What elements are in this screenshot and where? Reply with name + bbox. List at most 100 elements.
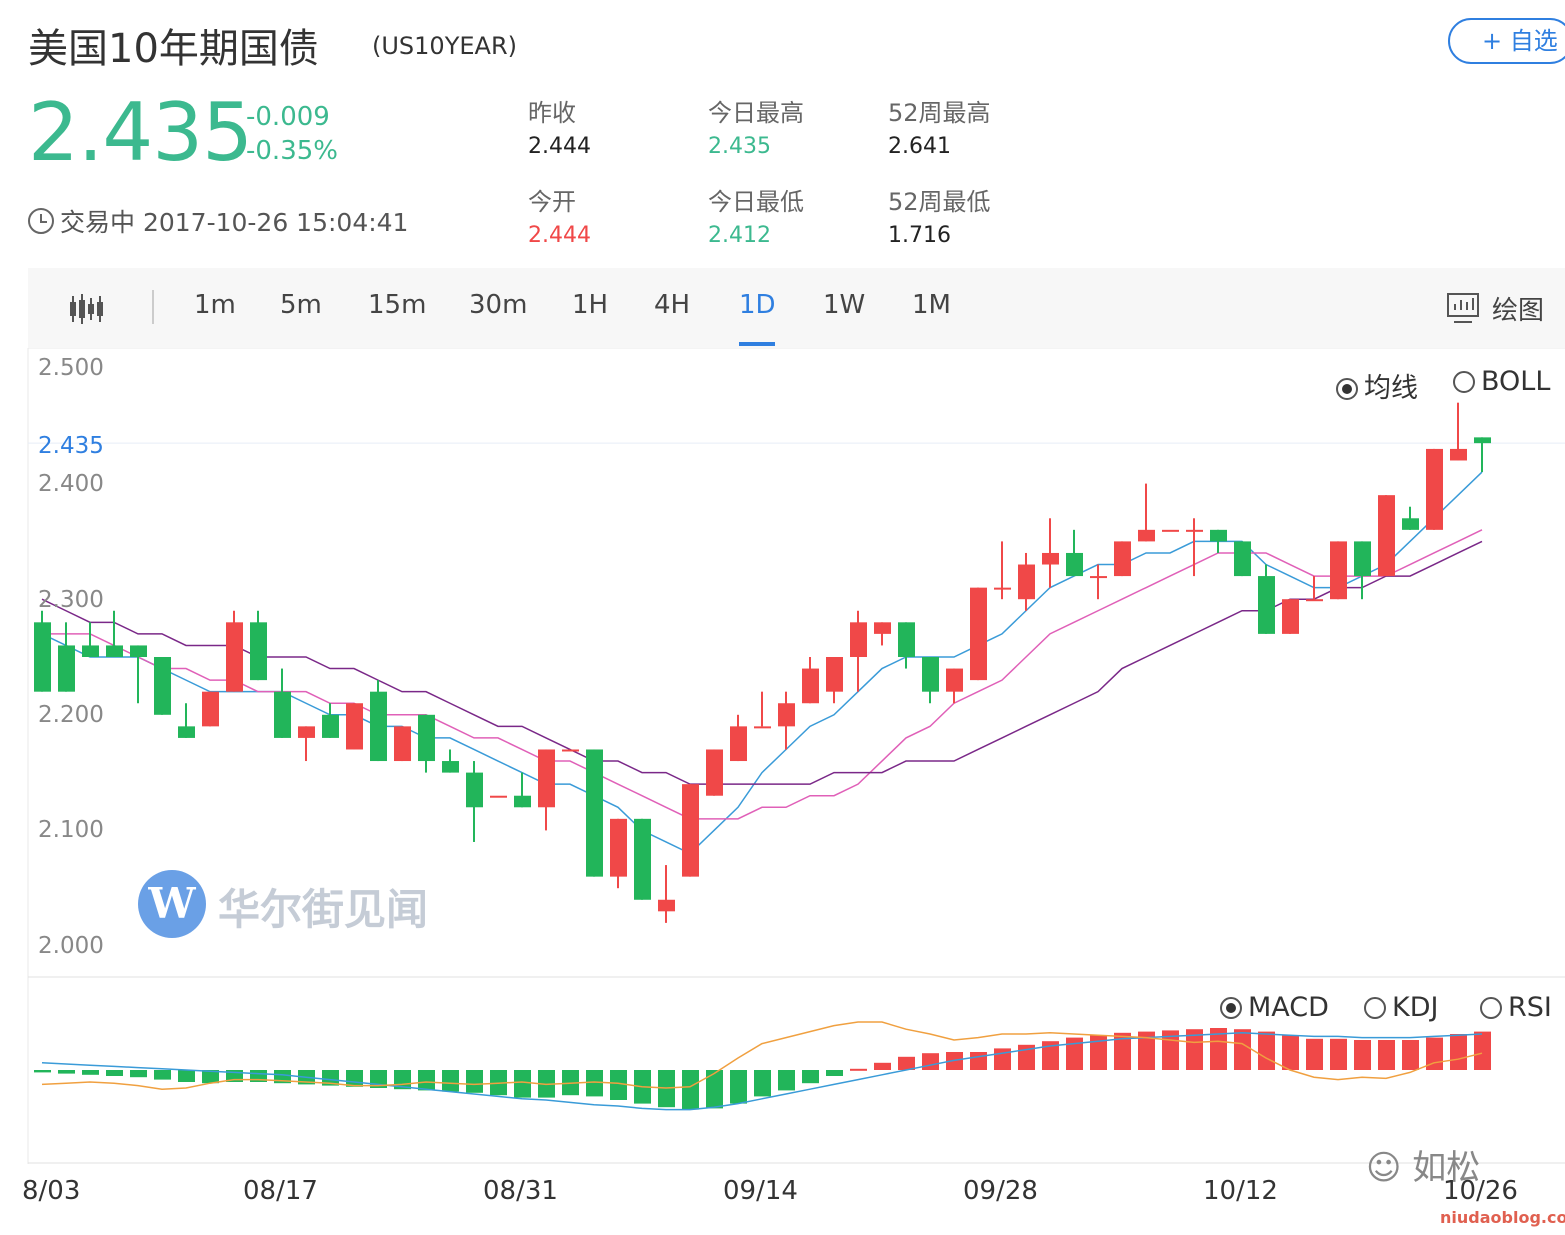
- candle-body: [34, 622, 51, 692]
- candle-body: [1090, 576, 1107, 579]
- candle-body: [466, 772, 483, 808]
- candle-body: [394, 726, 411, 762]
- candle-body: [1426, 448, 1443, 530]
- add-to-watchlist-button[interactable]: + 自选: [1448, 18, 1565, 64]
- candle-body: [490, 795, 507, 798]
- price-change-block: -0.009 -0.35%: [246, 100, 338, 168]
- macd-histogram-bar: [442, 1070, 459, 1092]
- macd-histogram-bar: [418, 1070, 435, 1091]
- radio-unselected-icon: [1453, 371, 1475, 393]
- stat-prev-close: 昨收 2.444: [528, 93, 591, 159]
- kdj-option[interactable]: KDJ: [1364, 992, 1438, 1023]
- candle-body: [994, 587, 1011, 590]
- candle-body: [1402, 518, 1419, 530]
- y-tick-label: 2.300: [38, 587, 104, 613]
- macd-histogram-bar: [1234, 1029, 1251, 1070]
- draw-button[interactable]: 绘图: [1492, 290, 1544, 327]
- stat-value: 1.716: [888, 223, 951, 248]
- stat-label: 今日最低: [708, 188, 804, 216]
- macd-option[interactable]: MACD: [1220, 992, 1329, 1023]
- macd-histogram-bar: [178, 1070, 195, 1082]
- candle-body: [370, 691, 387, 762]
- x-tick-label: 08/17: [243, 1176, 318, 1206]
- macd-option-label: MACD: [1248, 992, 1329, 1023]
- candle-body: [682, 784, 699, 877]
- candle-body: [154, 657, 171, 715]
- period-1d[interactable]: 1D: [739, 290, 776, 320]
- last-price-axis-label: 2.435: [38, 433, 104, 459]
- candle-body: [82, 645, 99, 657]
- stat-label: 今开: [528, 188, 576, 216]
- period-1w[interactable]: 1W: [823, 290, 865, 320]
- ma-overlay-option[interactable]: 均线: [1336, 366, 1418, 405]
- candle-body: [1210, 529, 1227, 542]
- macd-chart[interactable]: [0, 978, 1565, 1164]
- last-price: 2.435: [28, 86, 253, 179]
- rsi-option-label: RSI: [1508, 992, 1552, 1023]
- macd-histogram-bar: [58, 1070, 75, 1074]
- candle-body: [346, 703, 363, 750]
- radio-unselected-icon: [1480, 997, 1502, 1019]
- period-30m[interactable]: 30m: [469, 290, 527, 320]
- candle-body: [1042, 552, 1059, 565]
- clock-icon: [28, 208, 54, 234]
- candle-body: [1162, 529, 1179, 532]
- macd-histogram-bar: [730, 1070, 747, 1104]
- candle-body: [826, 657, 843, 692]
- candle-body: [1066, 552, 1083, 577]
- macd-histogram-bar: [1474, 1031, 1491, 1070]
- boll-overlay-option[interactable]: BOLL: [1453, 366, 1550, 397]
- candle-body: [1186, 529, 1203, 532]
- drawing-icon[interactable]: [1446, 292, 1480, 324]
- watermark-text: 华尔街见闻: [218, 885, 429, 934]
- period-1m[interactable]: 1m: [194, 290, 236, 320]
- price-change-percent: -0.35%: [246, 136, 338, 166]
- y-tick-label: 2.500: [38, 355, 104, 381]
- period-15m[interactable]: 15m: [368, 290, 426, 320]
- candle-body: [106, 645, 123, 657]
- period-4h[interactable]: 4H: [654, 290, 690, 320]
- wechat-account-name: 如松: [1412, 1148, 1481, 1188]
- macd-histogram-bar: [586, 1070, 603, 1097]
- instrument-title: 美国10年期国债: [28, 26, 319, 72]
- period-1m-month[interactable]: 1M: [912, 290, 951, 320]
- candle-body: [1018, 564, 1035, 600]
- stat-label: 今日最高: [708, 99, 804, 127]
- candle-body: [802, 668, 819, 704]
- candle-body: [730, 726, 747, 762]
- toolbar-divider: [152, 290, 154, 324]
- macd-histogram-bar: [1450, 1034, 1467, 1070]
- macd-histogram-bar: [466, 1070, 483, 1093]
- candle-body: [874, 622, 891, 634]
- macd-histogram-bar: [514, 1070, 531, 1098]
- stat-open: 今开 2.444: [528, 182, 591, 248]
- candle-body: [1378, 495, 1395, 577]
- macd-histogram-bar: [1354, 1040, 1371, 1070]
- radio-unselected-icon: [1364, 997, 1386, 1019]
- stat-52w-low: 52周最低 1.716: [888, 182, 991, 248]
- macd-histogram-bar: [682, 1070, 699, 1110]
- trading-status-text: 交易中 2017-10-26 15:04:41: [60, 208, 409, 237]
- stat-day-high: 今日最高 2.435: [708, 93, 804, 159]
- candle-body: [322, 714, 339, 738]
- candle-body: [658, 899, 675, 912]
- macd-histogram-bar: [346, 1070, 363, 1087]
- candle-body: [1450, 448, 1467, 461]
- site-watermark: niudaoblog.com: [1440, 1208, 1565, 1227]
- instrument-code: (US10YEAR): [372, 32, 517, 60]
- candlestick-icon[interactable]: [68, 292, 104, 326]
- candle-body: [1138, 529, 1155, 542]
- macd-histogram-bar: [34, 1070, 51, 1073]
- candle-body: [586, 749, 603, 877]
- trading-status: 交易中 2017-10-26 15:04:41: [28, 203, 408, 239]
- period-1h[interactable]: 1H: [572, 290, 608, 320]
- macd-histogram-bar: [778, 1070, 795, 1091]
- y-tick-label: 2.000: [38, 933, 104, 959]
- period-5m[interactable]: 5m: [280, 290, 322, 320]
- candle-body: [226, 622, 243, 692]
- x-tick-label: 09/28: [963, 1176, 1038, 1206]
- wechat-icon: ☺: [1366, 1148, 1402, 1188]
- macd-histogram-bar: [154, 1070, 171, 1080]
- macd-histogram-bar: [1402, 1040, 1419, 1070]
- rsi-option[interactable]: RSI: [1480, 992, 1552, 1023]
